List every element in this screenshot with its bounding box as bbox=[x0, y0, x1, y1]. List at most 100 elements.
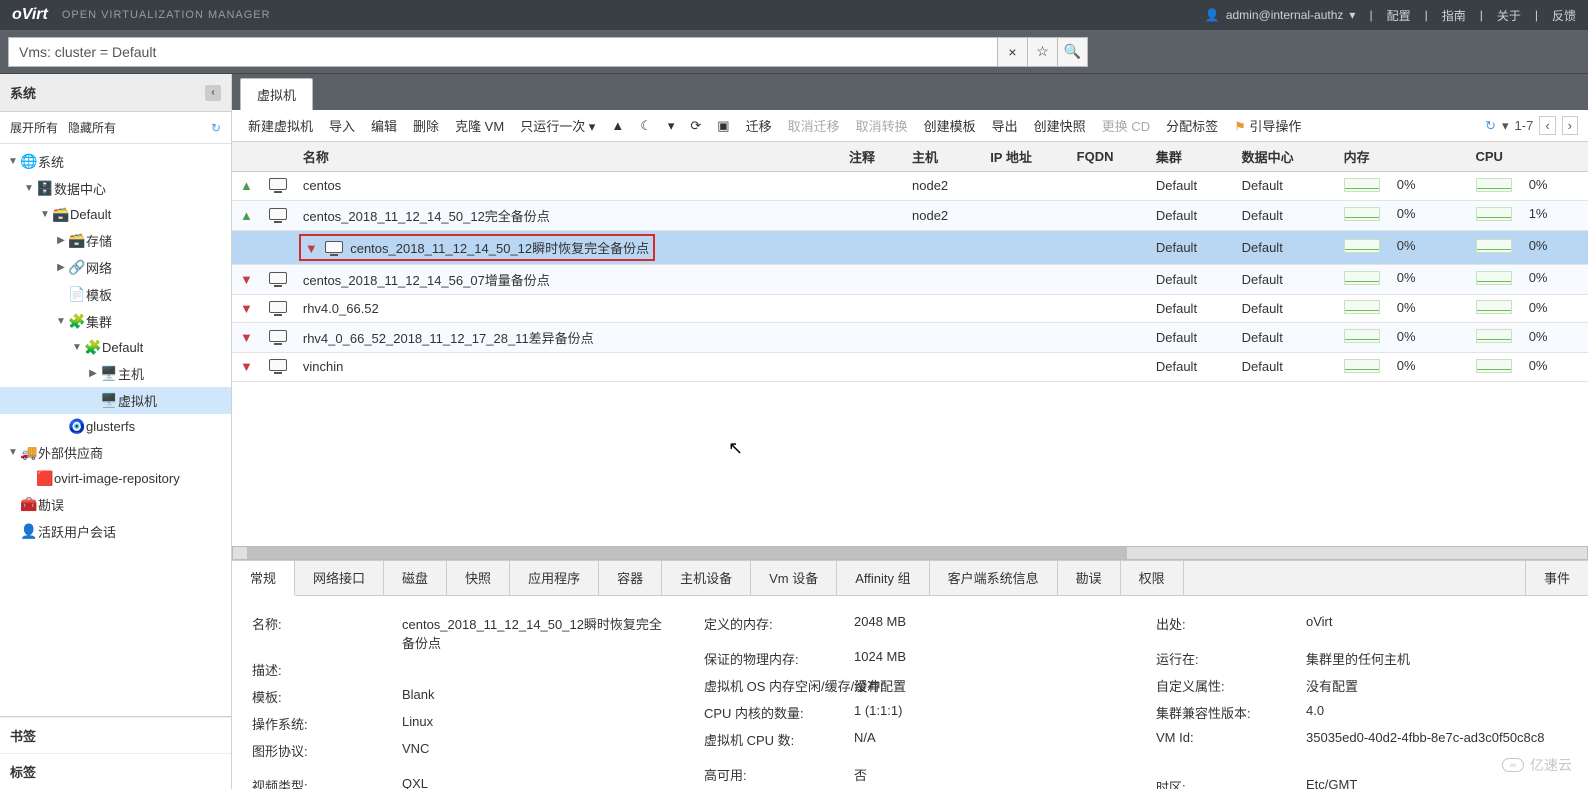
column-header[interactable]: 主机 bbox=[904, 142, 982, 172]
detail-tab-events[interactable]: 事件 bbox=[1525, 561, 1588, 595]
detail-tab[interactable]: 网络接口 bbox=[295, 561, 384, 595]
detail-tab[interactable]: 快照 bbox=[447, 561, 510, 595]
tree-node-icon: 🧿 bbox=[68, 418, 86, 435]
tree-node[interactable]: 👤活跃用户会话 bbox=[0, 518, 231, 545]
grid-horizontal-scrollbar[interactable] bbox=[232, 546, 1588, 560]
sidebar-tags[interactable]: 标签 bbox=[0, 753, 231, 789]
detail-value: 35035ed0-40d2-4fbb-8e7c-ad3c0f50c8c8 bbox=[1306, 730, 1568, 745]
table-row[interactable]: ▼rhv4_0_66_52_2018_11_12_17_28_11差异备份点De… bbox=[232, 323, 1588, 353]
tree-node[interactable]: 🧰勘误 bbox=[0, 491, 231, 518]
column-header[interactable]: 数据中心 bbox=[1234, 142, 1336, 172]
flag-icon: ⚑ bbox=[1234, 119, 1246, 134]
tree-node[interactable]: ▶🔗网络 bbox=[0, 254, 231, 281]
bookmark-button[interactable]: ☆ bbox=[1028, 37, 1058, 67]
brand-logo: oVirt bbox=[12, 6, 48, 24]
detail-tab[interactable]: 常规 bbox=[232, 561, 295, 596]
tree-node[interactable]: ▼🗄️数据中心 bbox=[0, 175, 231, 202]
detail-tab[interactable]: 容器 bbox=[599, 561, 662, 595]
sidebar-bookmarks[interactable]: 书签 bbox=[0, 717, 231, 753]
detail-tab[interactable]: 应用程序 bbox=[510, 561, 599, 595]
column-header[interactable] bbox=[232, 142, 261, 172]
detail-tab[interactable]: 权限 bbox=[1121, 561, 1184, 595]
toolbar-button[interactable]: 只运行一次 ▾ bbox=[514, 114, 601, 137]
toolbar-button[interactable]: 导入 bbox=[323, 114, 361, 137]
detail-tab[interactable]: Affinity 组 bbox=[837, 561, 929, 595]
column-header[interactable]: 注释 bbox=[841, 142, 904, 172]
column-header[interactable]: 名称 bbox=[295, 142, 841, 172]
tree-node[interactable]: ▶🗃️存储 bbox=[0, 227, 231, 254]
table-row[interactable]: ▲centosnode2DefaultDefault0%0%0%VNC bbox=[232, 172, 1588, 201]
detail-tab[interactable]: 勘误 bbox=[1058, 561, 1121, 595]
column-header[interactable]: 内存 bbox=[1336, 142, 1468, 172]
next-page-button[interactable]: › bbox=[1562, 116, 1578, 135]
prev-page-button[interactable]: ‹ bbox=[1539, 116, 1555, 135]
toolbar-button[interactable]: 创建模板 bbox=[918, 114, 982, 137]
table-row[interactable]: ▲centos_2018_11_12_14_50_12完全备份点node2Def… bbox=[232, 200, 1588, 230]
header-link-feedback[interactable]: 反馈 bbox=[1552, 7, 1576, 24]
detail-key: 自定义属性: bbox=[1156, 676, 1306, 695]
toolbar-button[interactable]: 导出 bbox=[986, 114, 1024, 137]
detail-row: 虚拟机 CPU 数:N/A bbox=[704, 726, 1116, 753]
tree-node[interactable]: ▼🧩Default bbox=[0, 335, 231, 360]
tree-node[interactable]: ▶🖥️主机 bbox=[0, 360, 231, 387]
tree-node[interactable]: 🟥ovirt-image-repository bbox=[0, 466, 231, 491]
toolbar-button[interactable]: 创建快照 bbox=[1028, 114, 1092, 137]
tree-node[interactable]: 🧿glusterfs bbox=[0, 414, 231, 439]
column-header[interactable] bbox=[261, 142, 295, 172]
detail-value: 1024 MB bbox=[854, 649, 1116, 668]
suspend-icon[interactable]: ☾ bbox=[634, 116, 658, 136]
detail-tab[interactable]: 磁盘 bbox=[384, 561, 447, 595]
table-row[interactable]: ▼rhv4.0_66.52DefaultDefault0%0%0%None bbox=[232, 294, 1588, 323]
tree-node[interactable]: ▼🚚外部供应商 bbox=[0, 439, 231, 466]
chevron-down-icon[interactable]: ▾ bbox=[1502, 118, 1509, 134]
header-link-about[interactable]: 关于 bbox=[1497, 7, 1521, 24]
table-row[interactable]: ▼centos_2018_11_12_14_56_07增量备份点DefaultD… bbox=[232, 264, 1588, 294]
reboot-icon[interactable]: ⟳ bbox=[684, 116, 707, 136]
search-bar: × ☆ 🔍 bbox=[0, 30, 1588, 74]
toolbar-guide-button[interactable]: ⚑ 引导操作 bbox=[1228, 114, 1307, 137]
run-icon[interactable]: ▲ bbox=[605, 116, 630, 135]
search-input[interactable] bbox=[8, 37, 998, 67]
column-header[interactable]: CPU bbox=[1468, 142, 1588, 172]
detail-value: QXL bbox=[402, 776, 664, 789]
toolbar-button[interactable]: 分配标签 bbox=[1160, 114, 1224, 137]
expand-all-link[interactable]: 展开所有 bbox=[10, 121, 58, 135]
tree-node[interactable]: ▼🌐系统 bbox=[0, 148, 231, 175]
header-link-guide[interactable]: 指南 bbox=[1442, 7, 1466, 24]
detail-tab[interactable]: 主机设备 bbox=[662, 561, 751, 595]
tree-node[interactable]: 🖥️虚拟机 bbox=[0, 387, 231, 414]
tree-node-label: 活跃用户会话 bbox=[38, 522, 116, 541]
column-header[interactable]: IP 地址 bbox=[982, 142, 1068, 172]
collapse-all-link[interactable]: 隐藏所有 bbox=[68, 121, 116, 135]
column-header[interactable]: FQDN bbox=[1069, 142, 1148, 172]
table-row[interactable]: ▼vinchinDefaultDefault0%0%0%None bbox=[232, 353, 1588, 382]
toolbar-button[interactable]: 编辑 bbox=[365, 114, 403, 137]
tree-refresh-icon[interactable]: ↻ bbox=[211, 121, 221, 135]
toolbar-button[interactable]: 迁移 bbox=[740, 114, 778, 137]
column-header[interactable]: 集群 bbox=[1148, 142, 1234, 172]
table-row[interactable]: ▼ centos_2018_11_12_14_50_12瞬时恢复完全备份点Def… bbox=[232, 230, 1588, 264]
toolbar-button[interactable]: 新建虚拟机 bbox=[242, 114, 319, 137]
tree-twisty-icon: ▼ bbox=[70, 342, 84, 353]
clear-button[interactable]: × bbox=[998, 37, 1028, 67]
content-tab-vm[interactable]: 虚拟机 bbox=[240, 78, 313, 110]
tree-node[interactable]: ▼🗃️Default bbox=[0, 202, 231, 227]
refresh-icon[interactable]: ↻ bbox=[1485, 118, 1496, 134]
header-link-config[interactable]: 配置 bbox=[1387, 7, 1411, 24]
tree-node[interactable]: 📄模板 bbox=[0, 281, 231, 308]
detail-tab[interactable]: 客户端系统信息 bbox=[930, 561, 1058, 595]
toolbar-button[interactable]: 删除 bbox=[407, 114, 445, 137]
sidebar-collapse-button[interactable]: ‹ bbox=[205, 85, 221, 101]
detail-row bbox=[704, 637, 1116, 645]
detail-key: 虚拟机 OS 内存空闲/缓存/缓冲: bbox=[704, 676, 854, 695]
console-icon[interactable]: ▣ bbox=[711, 116, 735, 136]
shutdown-icon[interactable]: ▾ bbox=[662, 116, 681, 136]
toolbar-button[interactable]: 克隆 VM bbox=[449, 114, 510, 137]
user-menu[interactable]: 👤 admin@internal-authz ▾ bbox=[1205, 8, 1356, 22]
status-down-icon: ▼ bbox=[240, 330, 253, 345]
tree-node[interactable]: ▼🧩集群 bbox=[0, 308, 231, 335]
toolbar-button: 取消迁移 bbox=[782, 114, 846, 137]
detail-tab[interactable]: Vm 设备 bbox=[751, 561, 837, 595]
tree-twisty-icon: ▶ bbox=[86, 368, 100, 379]
search-button[interactable]: 🔍 bbox=[1058, 37, 1088, 67]
